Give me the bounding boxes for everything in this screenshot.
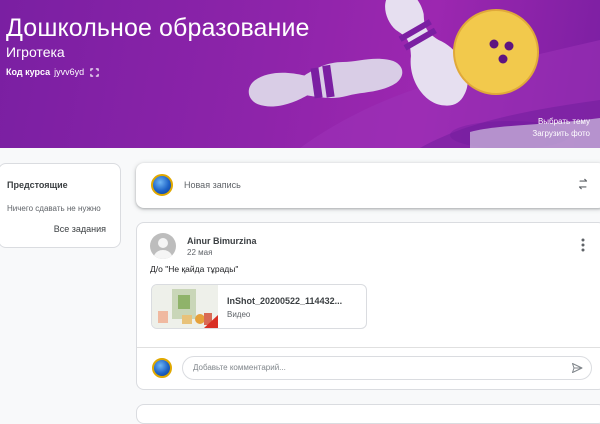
- upcoming-title: Предстоящие: [7, 180, 68, 190]
- more-options-icon[interactable]: [581, 238, 585, 252]
- upcoming-empty-text: Ничего сдавать не нужно: [7, 204, 101, 213]
- post-date: 22 мая: [187, 248, 213, 257]
- course-code-value: jyvv6yd: [54, 67, 85, 77]
- new-post-card[interactable]: Новая запись: [136, 163, 600, 208]
- comment-placeholder: Добавьте комментарий...: [193, 363, 286, 372]
- divider: [137, 347, 600, 348]
- author-avatar: [150, 233, 176, 259]
- course-banner: Дошкольное образование Игротека Код курс…: [0, 0, 600, 148]
- author-name: Ainur Bimurzina: [187, 236, 257, 246]
- attachment-type: Видео: [227, 310, 251, 319]
- post-text: Д/о "Не қайда тұрады": [150, 264, 239, 274]
- course-title: Дошкольное образование: [6, 14, 310, 42]
- repost-icon[interactable]: [576, 177, 590, 191]
- new-post-label[interactable]: Новая запись: [184, 180, 241, 190]
- fullscreen-icon[interactable]: [90, 67, 99, 77]
- send-icon[interactable]: [571, 362, 583, 374]
- announcement-card: Ainur Bimurzina 22 мая Д/о "Не қайда тұр…: [136, 222, 600, 390]
- course-section: Игротека: [6, 44, 65, 60]
- upcoming-card: Предстоящие Ничего сдавать не нужно Все …: [0, 163, 121, 248]
- all-assignments-link[interactable]: Все задания: [54, 224, 106, 234]
- course-code-label: Код курса: [6, 67, 51, 77]
- video-thumbnail: [152, 285, 218, 328]
- attachment-name[interactable]: InShot_20200522_114432...: [227, 296, 342, 306]
- user-avatar: [151, 174, 173, 196]
- comment-input[interactable]: Добавьте комментарий...: [182, 356, 592, 380]
- next-post-card: [136, 404, 600, 424]
- select-theme-link[interactable]: Выбрать тему: [538, 117, 590, 126]
- upload-photo-link[interactable]: Загрузить фото: [532, 129, 590, 138]
- course-code: Код курса jyvv6yd: [6, 67, 99, 77]
- video-attachment[interactable]: InShot_20200522_114432... Видео: [151, 284, 367, 329]
- person-icon: [153, 238, 173, 259]
- commenter-avatar: [152, 358, 172, 378]
